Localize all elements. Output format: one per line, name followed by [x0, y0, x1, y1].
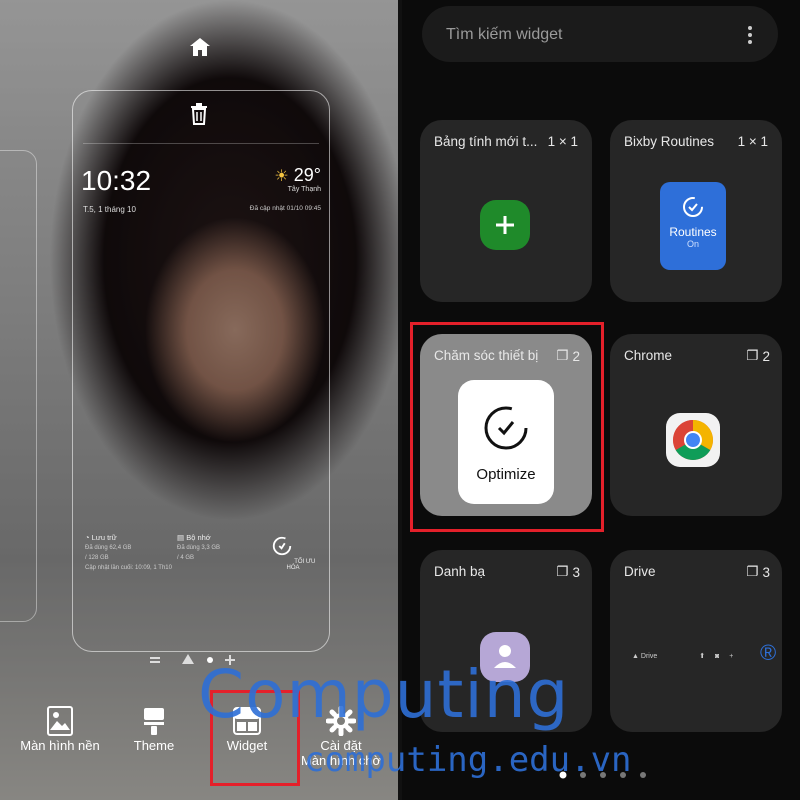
- chrome-icon: [666, 413, 720, 467]
- weather-sun-icon: ☀: [274, 168, 289, 185]
- clock-time: 10:32: [81, 165, 152, 196]
- storage-stat: ◔ Lưu trữ Đã dùng 62,4 GB / 128 GB Cập n…: [85, 533, 172, 573]
- drive-add-icon: +: [729, 653, 734, 660]
- drive-logo-icon: ▲: [632, 653, 639, 660]
- computing-watermark: Computing: [198, 656, 570, 733]
- drive-bar-label: Drive: [640, 653, 658, 660]
- stack-icon: ❐: [556, 564, 569, 579]
- storage-used: Đã dùng 62,4 GB: [85, 545, 132, 551]
- widget-title: Danh bạ: [434, 564, 486, 579]
- widget-search-bar[interactable]: Tìm kiếm widget: [422, 6, 778, 62]
- memory-label: Bộ nhớ: [186, 533, 211, 542]
- widget-title: Bảng tính mới t...: [434, 134, 538, 149]
- optimize-icon: [272, 536, 291, 556]
- watermark-registered-mark: ®: [760, 640, 777, 665]
- brush-icon: [144, 708, 164, 735]
- storage-icon: ◔: [85, 533, 90, 542]
- weather-updated: Đã cập nhật 01/10 09:45: [249, 205, 321, 212]
- theme-button[interactable]: Theme: [118, 704, 190, 753]
- drive-mini-bar: ▲ Drive ⬆ ◙ +: [632, 652, 733, 660]
- widget-size: 1 × 1: [737, 134, 768, 149]
- theme-label: Theme: [133, 738, 175, 753]
- last-update: Cập nhật lần cuối: 10:09, 1 Th10: [85, 565, 172, 571]
- sheets-plus-icon: [480, 200, 530, 250]
- routines-status: On: [686, 239, 699, 249]
- storage-total: / 128 GB: [85, 555, 109, 561]
- memory-total: / 4 GB: [177, 555, 195, 561]
- wallpaper-button[interactable]: Màn hình nền: [14, 704, 106, 753]
- watermark-url: computing.edu.vn: [304, 740, 632, 780]
- widget-count: ❐ 3: [556, 564, 580, 580]
- device-care-highlight-box: [410, 322, 604, 532]
- routines-check-icon: [683, 197, 703, 217]
- home-icon[interactable]: [188, 36, 212, 58]
- home-screen-preview[interactable]: 10:32 T.5, 1 tháng 10 ☀ 29° Tây Thạnh Đã…: [72, 90, 330, 652]
- image-icon: [47, 706, 73, 736]
- preview-divider: [83, 143, 319, 144]
- widget-count: ❐ 3: [746, 564, 770, 580]
- widget-size: 1 × 1: [547, 134, 578, 149]
- previous-page-card[interactable]: [0, 150, 37, 622]
- weather-location: Tây Thạnh: [287, 186, 321, 193]
- widget-search-input[interactable]: Tìm kiếm widget: [446, 26, 562, 44]
- weather-temperature: 29°: [293, 165, 321, 185]
- memory-used: Đã dùng 3,3 GB: [177, 545, 221, 551]
- wallpaper-label: Màn hình nền: [20, 738, 100, 753]
- optimize-shortcut[interactable]: TỐI ƯU HÓA: [269, 535, 317, 571]
- stack-icon: ❐: [746, 564, 759, 579]
- widget-card-drive[interactable]: Drive ❐ 3: [610, 550, 782, 732]
- weather-widget: ☀ 29° Tây Thạnh: [274, 165, 321, 193]
- clock-date: T.5, 1 tháng 10: [83, 205, 136, 214]
- stack-icon: ❐: [746, 348, 759, 363]
- widget-title: Chrome: [624, 348, 673, 363]
- trash-icon[interactable]: [189, 103, 209, 125]
- more-options-icon[interactable]: [748, 26, 752, 44]
- optimize-label: TỐI ƯU HÓA: [286, 559, 316, 571]
- memory-stat: ▤ Bộ nhớ Đã dùng 3,3 GB / 4 GB: [177, 533, 220, 563]
- routines-label: Routines: [669, 225, 717, 239]
- storage-label: Lưu trữ: [91, 533, 117, 542]
- widget-count: ❐ 2: [746, 348, 770, 364]
- widget-title: Drive: [624, 564, 656, 579]
- drive-camera-icon: ◙: [715, 653, 720, 660]
- drive-upload-icon: ⬆: [699, 653, 706, 660]
- memory-icon: ▤: [177, 533, 185, 542]
- routines-tile: Routines On: [660, 182, 726, 270]
- widget-title: Bixby Routines: [624, 134, 715, 149]
